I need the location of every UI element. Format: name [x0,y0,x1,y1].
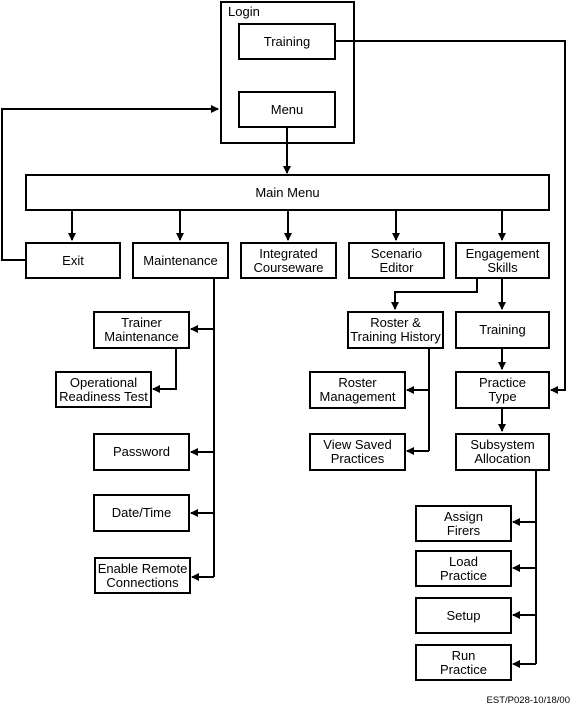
roster-training-history-box[interactable]: Roster & Training History [347,311,444,349]
document-id: EST/P028-10/18/00 [486,695,570,706]
es-training-box[interactable]: Training [455,311,550,349]
login-label: Login [228,4,260,19]
operational-readiness-test-box[interactable]: Operational Readiness Test [55,371,152,408]
view-saved-practices-box[interactable]: View Saved Practices [309,433,406,471]
maintenance-box[interactable]: Maintenance [132,242,229,279]
arrow-trainer-to-ort [152,348,177,393]
date-time-box[interactable]: Date/Time [93,494,190,532]
exit-box[interactable]: Exit [25,242,121,279]
enable-remote-connections-box[interactable]: Enable Remote Connections [94,557,191,594]
subsystem-allocation-box[interactable]: Subsystem Allocation [455,433,550,471]
login-training-box[interactable]: Training [238,23,336,60]
scenario-editor-box[interactable]: Scenario Editor [348,242,445,279]
setup-box[interactable]: Setup [415,597,512,634]
load-practice-box[interactable]: Load Practice [415,550,512,587]
arrow-es-to-roster-history [391,278,478,310]
password-box[interactable]: Password [93,433,190,471]
main-menu-box[interactable]: Main Menu [25,174,550,211]
login-menu-box[interactable]: Menu [238,91,336,128]
run-practice-box[interactable]: Run Practice [415,644,512,681]
trainer-maintenance-box[interactable]: Trainer Maintenance [93,311,190,349]
assign-firers-box[interactable]: Assign Firers [415,505,512,542]
engagement-skills-box[interactable]: Engagement Skills [455,242,550,279]
practice-type-box[interactable]: Practice Type [455,371,550,409]
integrated-courseware-box[interactable]: Integrated Courseware [240,242,337,279]
roster-management-box[interactable]: Roster Management [309,371,406,409]
